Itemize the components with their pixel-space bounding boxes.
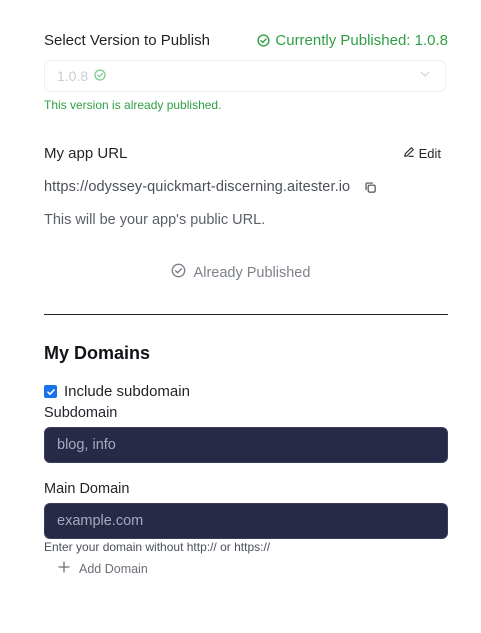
app-url-text: https://odyssey-quickmart-discerning.ait… <box>44 179 351 195</box>
publish-header: Select Version to Publish Currently Publ… <box>44 30 448 50</box>
currently-published-status: Currently Published: 1.0.8 <box>257 32 448 49</box>
app-url-label: My app URL <box>44 144 128 162</box>
include-subdomain-row[interactable]: Include subdomain <box>44 383 190 400</box>
app-url-row: https://odyssey-quickmart-discerning.ait… <box>44 179 377 195</box>
edit-url-button[interactable]: Edit <box>403 146 441 161</box>
chevron-down-icon <box>419 67 431 85</box>
publish-title: Select Version to Publish <box>44 31 210 49</box>
currently-published-label: Currently Published: 1.0.8 <box>275 31 448 49</box>
copy-icon[interactable] <box>364 181 377 194</box>
already-published-status: Already Published <box>0 263 481 282</box>
version-note: This version is already published. <box>44 98 222 112</box>
already-published-label: Already Published <box>193 264 311 281</box>
domains-title: My Domains <box>44 343 151 363</box>
add-domain-label: Add Domain <box>79 561 148 576</box>
pencil-icon <box>403 146 415 161</box>
domain-hint: Enter your domain without http:// or htt… <box>44 540 271 554</box>
app-url-hint: This will be your app's public URL. <box>44 212 266 228</box>
version-select[interactable]: 1.0.8 <box>44 60 446 92</box>
section-divider <box>44 314 448 315</box>
app-url-header: My app URL Edit <box>44 143 441 163</box>
add-domain-button[interactable]: Add Domain <box>58 561 148 576</box>
publish-panel: Select Version to Publish Currently Publ… <box>0 0 481 633</box>
selected-version: 1.0.8 <box>57 68 106 84</box>
main-domain-label: Main Domain <box>44 481 130 497</box>
subdomain-label: Subdomain <box>44 405 118 421</box>
check-circle-icon <box>257 33 270 47</box>
include-subdomain-label: Include subdomain <box>64 383 190 400</box>
check-circle-icon <box>171 263 186 282</box>
check-circle-icon <box>94 68 106 84</box>
edit-url-label: Edit <box>418 145 441 161</box>
selected-version-label: 1.0.8 <box>57 68 89 84</box>
subdomain-input[interactable] <box>44 427 448 463</box>
plus-icon <box>58 561 70 576</box>
main-domain-input[interactable] <box>44 503 448 539</box>
include-subdomain-checkbox[interactable] <box>44 385 57 398</box>
